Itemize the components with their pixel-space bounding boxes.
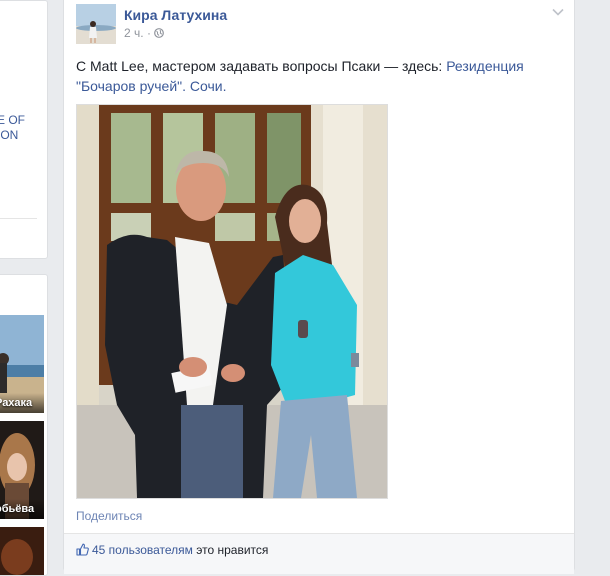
likes-suffix: это нравится	[192, 543, 269, 557]
post-text-body: C Matt Lee, мастером задавать вопросы Пс…	[76, 58, 447, 74]
friend-thumbnail[interactable]	[0, 527, 44, 575]
likes-summary: 45 пользователям это нравится	[76, 543, 268, 557]
divider	[0, 218, 37, 219]
friend-name: Рахака	[0, 393, 44, 413]
author-name-link[interactable]: Кира Латухина	[124, 7, 227, 23]
friend-thumbnail[interactable]: обьёва	[0, 421, 44, 519]
left-card-text[interactable]: E OF ION	[0, 113, 37, 143]
friend-thumbnail[interactable]: Рахака	[0, 315, 44, 413]
thumbs-up-icon[interactable]	[76, 543, 89, 556]
avatar-image	[76, 4, 116, 44]
globe-icon[interactable]	[154, 28, 165, 38]
photo-image	[77, 105, 387, 498]
friend-name: обьёва	[0, 499, 44, 519]
author-avatar[interactable]	[76, 4, 116, 44]
share-link[interactable]: Поделиться	[76, 509, 142, 523]
news-feed-post: Кира Латухина 2 ч. · C Matt Lee, мастеро…	[63, 0, 575, 574]
post-text: C Matt Lee, мастером задавать вопросы Пс…	[76, 56, 546, 96]
separator-dot: ·	[146, 26, 155, 40]
left-card-top: E OF ION	[0, 0, 48, 259]
post-meta: 2 ч. ·	[124, 26, 165, 40]
left-column: E OF ION Рахака обьёва	[0, 0, 48, 576]
post-photo[interactable]	[76, 104, 388, 499]
chevron-down-icon[interactable]	[552, 8, 564, 16]
likes-bar: 45 пользователям это нравится	[64, 533, 574, 574]
left-card-friends: Рахака обьёва	[0, 274, 48, 576]
friend-photo	[0, 527, 44, 575]
post-timestamp[interactable]: 2 ч.	[124, 26, 144, 40]
likes-count-link[interactable]: 45 пользователям	[92, 543, 193, 557]
